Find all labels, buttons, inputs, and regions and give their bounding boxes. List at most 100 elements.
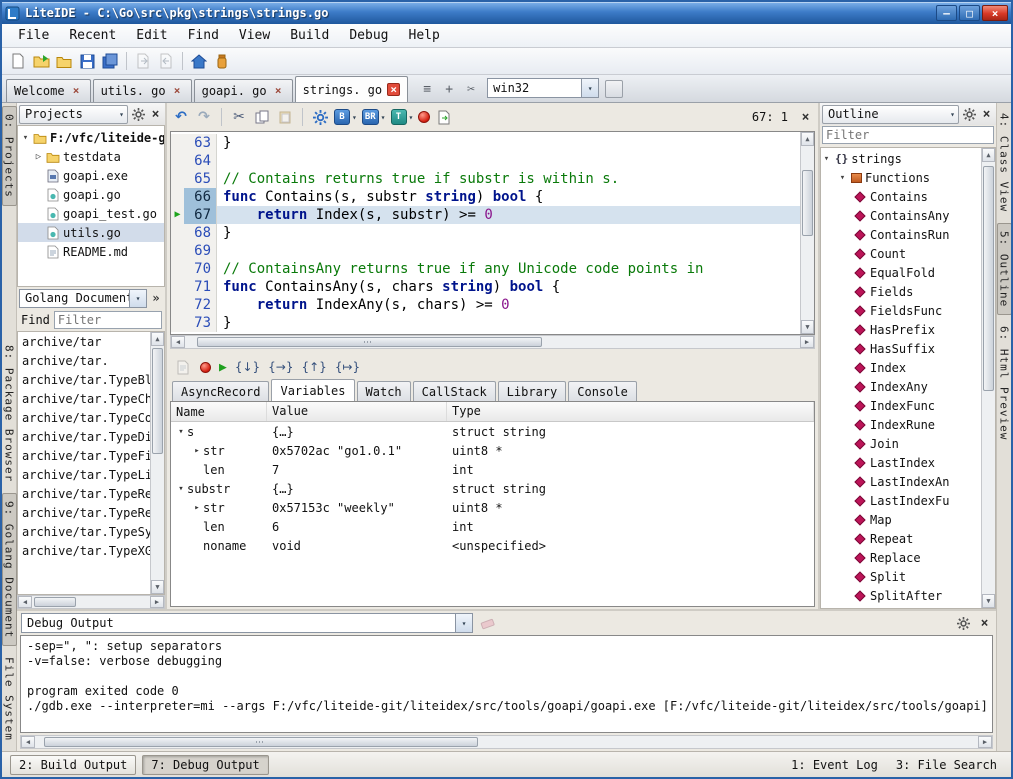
close-tab-icon[interactable]: ✂ (463, 81, 479, 97)
document-tab[interactable]: utils. go× (93, 79, 192, 102)
code-line[interactable]: 70// ContainsAny returns true if any Uni… (171, 260, 800, 278)
export-file-icon[interactable] (133, 51, 153, 71)
code-line[interactable]: 69 (171, 242, 800, 260)
outline-root[interactable]: ▾{}strings (821, 149, 981, 168)
tab-close-icon[interactable]: × (272, 85, 285, 98)
outline-function-item[interactable]: Index (821, 358, 981, 377)
scroll-right-icon[interactable]: ▶ (978, 736, 992, 748)
env-select[interactable]: win32 ▾ (487, 78, 599, 98)
test-button[interactable]: T▾ (391, 109, 414, 125)
outline-function-item[interactable]: ContainsAny (821, 206, 981, 225)
titlebar[interactable]: LiteIDE - C:\Go\src\pkg\strings\strings.… (2, 2, 1011, 24)
code-area[interactable]: 63}6465// Contains returns true if subst… (171, 132, 800, 334)
run-to-line-icon[interactable]: {↦} (335, 360, 360, 374)
menu-item-debug[interactable]: Debug (339, 26, 398, 45)
scroll-up-icon[interactable]: ▲ (151, 332, 164, 346)
doc-list-item[interactable]: archive/tar.TypeBlo (18, 371, 150, 390)
collapse-icon[interactable]: ▾ (837, 173, 848, 183)
project-tree-item[interactable]: goapi_test.go (18, 204, 164, 223)
doc-list-vscrollbar[interactable]: ▲ ▼ (150, 332, 164, 594)
doc-list-item[interactable]: archive/tar.TypeRe (18, 504, 150, 523)
statusbar-button[interactable]: 7: Debug Output (142, 755, 268, 775)
scroll-right-icon[interactable]: ▶ (800, 336, 814, 348)
doc-list-item[interactable]: archive/tar.TypeLin (18, 466, 150, 485)
output-select[interactable]: Debug Output ▾ (21, 613, 473, 633)
outline-function-item[interactable]: Split (821, 567, 981, 586)
menu-item-find[interactable]: Find (178, 26, 229, 45)
scrollbar-thumb[interactable] (983, 166, 994, 391)
insert-record-icon[interactable] (174, 358, 192, 376)
side-tab[interactable]: 5: Outline (997, 223, 1012, 315)
variable-row[interactable]: ▸str0x57153c "weekly"uint8 * (171, 498, 814, 517)
scroll-left-icon[interactable]: ◀ (171, 336, 185, 348)
chevron-down-icon[interactable]: ▾ (455, 614, 472, 632)
collapse-icon[interactable]: ▾ (175, 427, 187, 437)
side-tab[interactable]: 4: Class View (998, 106, 1011, 219)
outline-group[interactable]: ▾Functions (821, 168, 981, 187)
maximize-button[interactable]: □ (959, 5, 980, 21)
copy-icon[interactable] (253, 108, 271, 126)
doc-list-item[interactable]: archive/tar. (18, 352, 150, 371)
stop-debug-icon[interactable] (200, 362, 211, 373)
tab-close-icon[interactable]: × (70, 85, 83, 98)
outline-function-item[interactable]: Fields (821, 282, 981, 301)
scrollbar-track[interactable] (151, 346, 164, 580)
column-header[interactable]: Type (447, 402, 814, 421)
scroll-down-icon[interactable]: ▼ (151, 580, 164, 594)
outline-function-item[interactable]: Count (821, 244, 981, 263)
scrollbar-thumb[interactable] (44, 737, 478, 747)
outline-function-item[interactable]: Contains (821, 187, 981, 206)
outline-function-item[interactable]: FieldsFunc (821, 301, 981, 320)
code-line[interactable]: ▶67 return Index(s, substr) >= 0 (171, 206, 800, 224)
tab-close-icon[interactable]: × (171, 85, 184, 98)
outline-function-item[interactable]: HasPrefix (821, 320, 981, 339)
step-out-icon[interactable]: {↑} (301, 360, 326, 374)
side-tab[interactable]: 8: Package Browser (3, 338, 16, 489)
scrollbar-thumb[interactable] (152, 348, 163, 453)
chevron-down-icon[interactable]: ▾ (129, 290, 146, 307)
outline-function-item[interactable]: EqualFold (821, 263, 981, 282)
redo-icon[interactable]: ↷ (195, 108, 213, 126)
side-tab[interactable]: 6: Html Preview (998, 319, 1011, 447)
editor-vscrollbar[interactable]: ▲ ▼ (800, 132, 814, 334)
variable-row[interactable]: len6int (171, 517, 814, 536)
scrollbar-track[interactable] (982, 162, 995, 594)
scrollbar-track[interactable] (801, 146, 814, 320)
open-file-icon[interactable] (31, 51, 51, 71)
column-header[interactable]: Name (171, 402, 267, 421)
menu-item-help[interactable]: Help (399, 26, 450, 45)
debug-tab-watch[interactable]: Watch (357, 381, 411, 401)
debug-tab-library[interactable]: Library (498, 381, 567, 401)
code-line[interactable]: 63} (171, 134, 800, 152)
doc-list-item[interactable]: archive/tar.TypeSy (18, 523, 150, 542)
project-tree-item[interactable]: ▷testdata (18, 147, 164, 166)
document-tab[interactable]: goapi. go× (194, 79, 293, 102)
debug-tab-variables[interactable]: Variables (271, 379, 354, 401)
menu-item-edit[interactable]: Edit (126, 26, 177, 45)
project-tree-item[interactable]: goapi.exe (18, 166, 164, 185)
statusbar-button[interactable]: 2: Build Output (10, 755, 136, 775)
outline-function-item[interactable]: IndexRune (821, 415, 981, 434)
project-tree-item[interactable]: ▾F:/vfc/liteide-g (18, 128, 164, 147)
outline-filter-input[interactable] (822, 126, 994, 144)
build-run-button[interactable]: BR▾ (362, 109, 386, 125)
column-header[interactable]: Value (267, 402, 447, 421)
variable-row[interactable]: len7int (171, 460, 814, 479)
project-tree-item[interactable]: utils.go (18, 223, 164, 242)
output-hscrollbar[interactable]: ◀ ▶ (20, 735, 993, 749)
side-tab[interactable]: 0: Projects (2, 106, 17, 206)
document-tab[interactable]: strings. go× (295, 76, 408, 102)
outline-vscrollbar[interactable]: ▲ ▼ (981, 148, 995, 608)
paste-icon[interactable] (276, 108, 294, 126)
outline-function-item[interactable]: LastIndexFu (821, 491, 981, 510)
editor-hscrollbar[interactable]: ◀ ▶ (170, 335, 815, 349)
outline-function-item[interactable]: Join (821, 434, 981, 453)
doc-list-item[interactable]: archive/tar (18, 333, 150, 352)
editor-list-icon[interactable]: ≡ (419, 81, 435, 97)
doc-list-item[interactable]: archive/tar.TypeDir (18, 428, 150, 447)
save-all-icon[interactable] (100, 51, 120, 71)
build-config-gear-icon[interactable] (311, 108, 329, 126)
collapse-icon[interactable]: ▾ (20, 133, 31, 143)
statusbar-button[interactable]: 1: Event Log (785, 756, 884, 774)
env-config-button[interactable] (605, 80, 623, 98)
